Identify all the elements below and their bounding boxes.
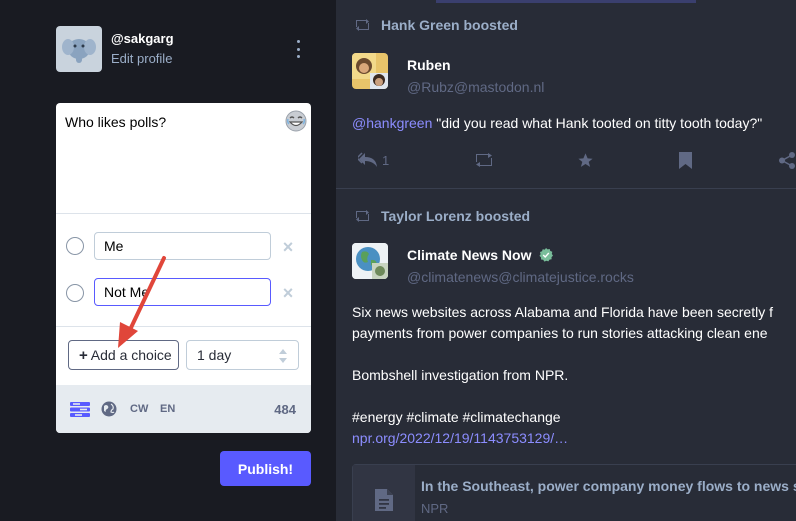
add-choice-label: Add a choice	[90, 347, 172, 363]
star-icon[interactable]	[577, 152, 594, 169]
boost-text: Hank Green boosted	[381, 17, 518, 33]
document-icon	[375, 489, 393, 511]
boost-indicator: Hank Green boosted	[354, 17, 518, 33]
author-avatar[interactable]	[352, 243, 388, 279]
author-name[interactable]: Climate News Now	[407, 247, 554, 263]
add-choice-button[interactable]: + Add a choice	[68, 340, 179, 370]
reply-all-icon[interactable]	[358, 152, 380, 168]
poll-radio-1	[66, 237, 84, 255]
compose-form: Who likes polls? × × + Add a choice 1 da…	[56, 103, 311, 433]
publish-button[interactable]: Publish!	[220, 451, 311, 486]
post-content: @hankgreen "did you read what Hank toote…	[352, 113, 762, 134]
post-paragraph: Bombshell investigation from NPR.	[352, 367, 569, 383]
boost-icon	[356, 19, 369, 31]
post-separator	[336, 188, 796, 189]
poll-duration-select[interactable]: 1 day	[186, 340, 299, 370]
author-name[interactable]: Ruben	[407, 57, 451, 73]
avatar-image	[352, 53, 388, 89]
compose-toolbar: CW EN 484	[56, 385, 311, 433]
post-paragraph: Six news websites across Alabama and Flo…	[352, 304, 773, 320]
boost-text: Taylor Lorenz boosted	[381, 208, 531, 224]
post-text: "did you read what Hank tooted on titty …	[432, 115, 763, 131]
language-button[interactable]: EN	[160, 403, 175, 415]
edit-profile-link[interactable]: Edit profile	[111, 51, 172, 66]
author-handle[interactable]: @Rubz@mastodon.nl	[407, 79, 544, 95]
boost-icon	[356, 210, 369, 222]
poll-radio-2	[66, 284, 84, 302]
post-paragraph: payments from power companies to run sto…	[352, 325, 768, 341]
plus-icon: +	[79, 346, 88, 364]
compose-column: @sakgarg Edit profile Who likes polls? ×…	[0, 0, 336, 521]
bookmark-icon[interactable]	[679, 152, 692, 169]
account-handle: @sakgarg	[111, 31, 174, 46]
poll-icon[interactable]	[70, 402, 90, 417]
post-link[interactable]: npr.org/2022/12/19/1143753129/…	[352, 428, 568, 449]
globe-icon[interactable]	[101, 401, 117, 417]
author-name-text: Climate News Now	[407, 247, 532, 263]
divider	[56, 213, 311, 214]
poll-choice-input-1[interactable]	[94, 232, 271, 260]
verified-badge-icon	[539, 248, 554, 262]
avatar[interactable]	[56, 26, 102, 72]
boost-indicator: Taylor Lorenz boosted	[354, 208, 530, 224]
reply-count: 1	[382, 153, 390, 168]
globe-avatar-image	[352, 243, 388, 279]
boost-action-icon[interactable]	[474, 153, 494, 167]
author-avatar[interactable]	[352, 53, 388, 89]
author-handle[interactable]: @climatenews@climatejustice.rocks	[407, 269, 634, 285]
more-options-icon[interactable]	[292, 40, 304, 58]
poll-choice-input-2[interactable]	[94, 278, 271, 306]
card-thumbnail	[353, 465, 415, 521]
link-preview-card[interactable]: In the Southeast, power company money fl…	[352, 464, 796, 521]
share-icon[interactable]	[778, 152, 796, 169]
column-header-bar	[436, 0, 696, 3]
select-arrows-icon	[279, 349, 287, 363]
content-warning-button[interactable]: CW	[130, 403, 148, 415]
divider	[56, 326, 311, 327]
card-title: In the Southeast, power company money fl…	[421, 478, 796, 494]
remove-choice-2-icon[interactable]: ×	[281, 284, 295, 302]
compose-textarea[interactable]: Who likes polls?	[65, 114, 166, 130]
post-hashtags[interactable]: #energy #climate #climatechange	[352, 407, 561, 428]
elephant-icon	[62, 39, 96, 63]
character-counter: 484	[274, 402, 296, 417]
poll-duration-value: 1 day	[197, 347, 232, 363]
emoji-picker-icon[interactable]	[285, 110, 307, 132]
remove-choice-1-icon[interactable]: ×	[281, 238, 295, 256]
card-source: NPR	[421, 501, 449, 516]
home-timeline: Hank Green boosted Ruben @Rubz@mastodon.…	[336, 0, 796, 521]
mention-link[interactable]: @hankgreen	[352, 115, 432, 131]
